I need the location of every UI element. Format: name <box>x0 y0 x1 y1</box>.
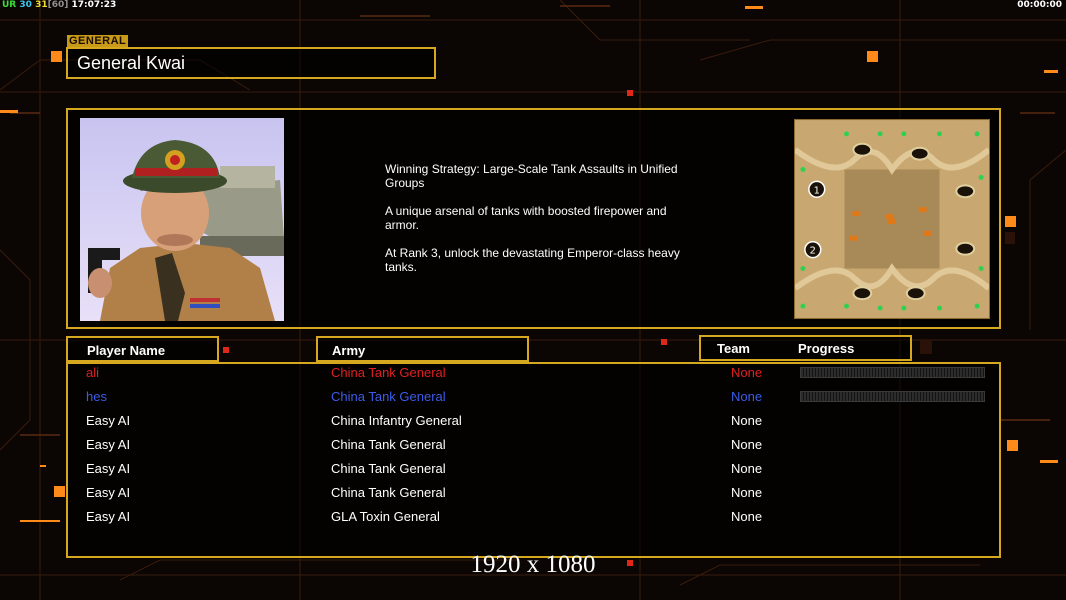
start-position-2[interactable]: 2 <box>810 246 816 257</box>
player-row[interactable]: Easy AI China Tank General None <box>0 482 935 506</box>
player-team[interactable]: None <box>731 413 762 428</box>
fps-value: 30 <box>19 0 32 10</box>
team-header: Team <box>717 341 750 356</box>
player-team[interactable]: None <box>731 461 762 476</box>
general-description: Winning Strategy: Large-Scale Tank Assau… <box>385 162 705 288</box>
player-name: Easy AI <box>86 485 131 500</box>
player-row[interactable]: Easy AI China Tank General None <box>0 434 935 458</box>
player-name: Easy AI <box>86 413 131 428</box>
fps-limit: [60] <box>47 0 69 10</box>
description-strategy: Winning Strategy: Large-Scale Tank Assau… <box>385 162 678 190</box>
system-clock: 17:07:23 <box>71 0 117 10</box>
fps-counter: UR 30 31[60] 17:07:23 <box>2 0 116 10</box>
player-army[interactable]: China Tank General <box>331 461 446 476</box>
player-row[interactable]: Easy AI China Infantry General None <box>0 410 935 434</box>
player-row[interactable]: Easy AI GLA Toxin General None <box>0 506 935 530</box>
fps-value-2: 31 <box>35 0 48 10</box>
player-row[interactable]: ali China Tank General None <box>0 362 985 386</box>
general-portrait <box>80 118 284 321</box>
progress-header: Progress <box>798 341 855 356</box>
player-name: Easy AI <box>86 509 131 524</box>
player-team[interactable]: None <box>731 389 762 404</box>
player-row[interactable]: Easy AI China Tank General None <box>0 458 935 482</box>
player-name: Easy AI <box>86 437 131 452</box>
player-army[interactable]: China Tank General <box>331 485 446 500</box>
column-header-army: Army <box>316 336 529 362</box>
player-army[interactable]: China Infantry General <box>331 413 462 428</box>
player-team[interactable]: None <box>731 437 762 452</box>
description-arsenal: A unique arsenal of tanks with boosted f… <box>385 204 667 232</box>
loading-progress-bar <box>800 391 985 402</box>
column-header-team-progress: Team Progress <box>699 335 912 361</box>
fps-label: UR <box>2 0 17 10</box>
map-preview[interactable]: 1 2 <box>794 119 990 319</box>
player-army[interactable]: GLA Toxin General <box>331 509 440 524</box>
player-army[interactable]: China Tank General <box>331 389 446 404</box>
description-rank: At Rank 3, unlock the devastating Empero… <box>385 246 680 274</box>
player-row[interactable]: hes China Tank General None <box>0 386 985 410</box>
player-name: hes <box>86 389 107 404</box>
player-team[interactable]: None <box>731 509 762 524</box>
column-header-player: Player Name <box>66 336 219 362</box>
start-position-1[interactable]: 1 <box>814 185 820 196</box>
loading-progress-bar <box>800 367 985 378</box>
army-header: Army <box>332 343 366 358</box>
player-name: Easy AI <box>86 461 131 476</box>
game-timer: 00:00:00 <box>1017 0 1062 10</box>
resolution-label: 1920 x 1080 <box>470 551 596 578</box>
player-team[interactable]: None <box>731 485 762 500</box>
player-army[interactable]: China Tank General <box>331 437 446 452</box>
general-name: General Kwai <box>77 53 186 73</box>
general-name-box: General Kwai <box>66 47 436 79</box>
player-name: ali <box>86 365 100 380</box>
player-team[interactable]: None <box>731 365 762 380</box>
player-army[interactable]: China Tank General <box>331 365 446 380</box>
player-name-header: Player Name <box>87 343 166 358</box>
